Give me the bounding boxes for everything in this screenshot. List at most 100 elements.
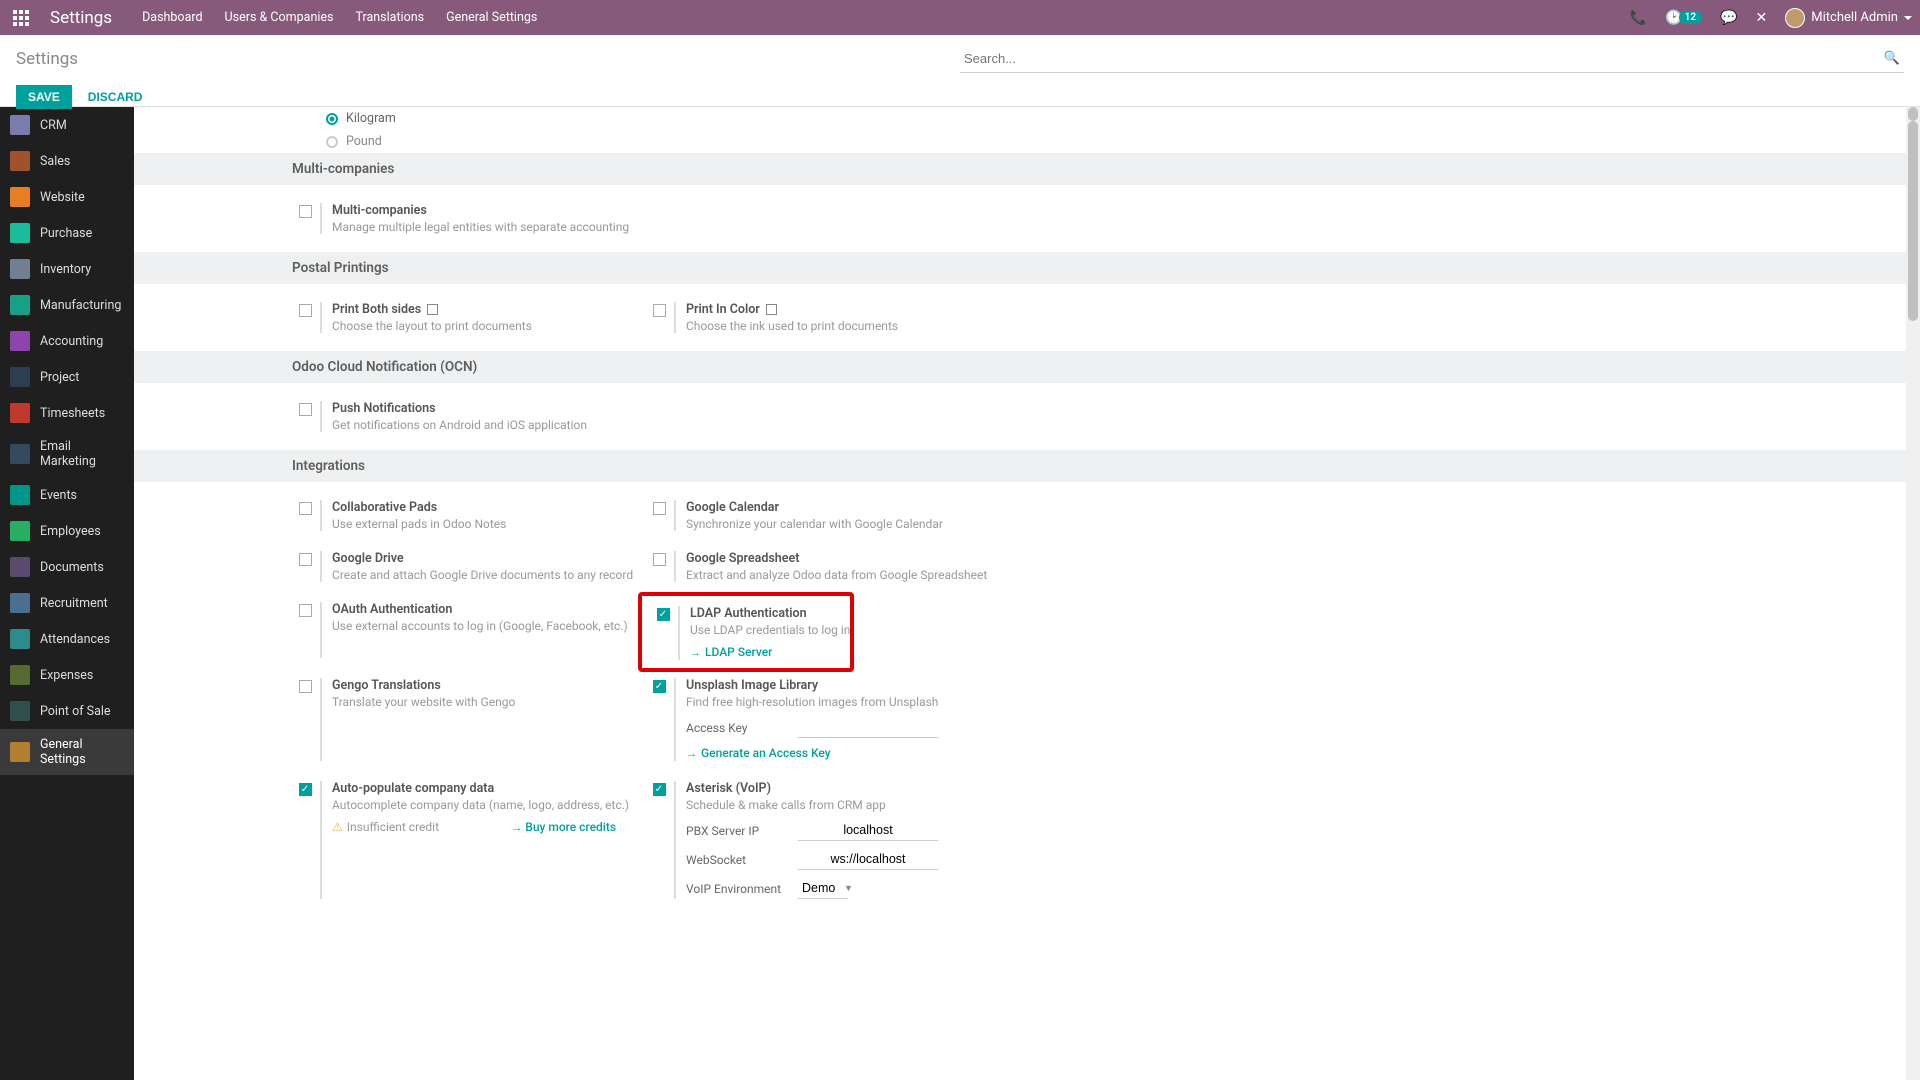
sidebar-item-expenses[interactable]: Expenses: [0, 657, 134, 693]
sidebar-item-email-marketing[interactable]: Email Marketing: [0, 431, 134, 477]
phone-icon[interactable]: 📞: [1630, 10, 1647, 26]
section-multi-companies: Multi-companies: [134, 153, 1920, 185]
setting-title-gsheet: Google Spreadsheet: [686, 551, 1144, 566]
module-icon: [10, 223, 30, 243]
warning-icon: ⚠: [332, 820, 343, 834]
setting-title-oauth: OAuth Authentication: [332, 602, 644, 617]
checkbox-oauth[interactable]: [299, 604, 312, 617]
select-voip-env[interactable]: [798, 878, 848, 899]
nav-general-settings[interactable]: General Settings: [446, 10, 537, 25]
module-icon: [10, 115, 30, 135]
sidebar-item-manufacturing[interactable]: Manufacturing: [0, 287, 134, 323]
checkbox-collaborative-pads[interactable]: [299, 502, 312, 515]
link-ldap-server[interactable]: LDAP Server: [690, 645, 772, 659]
sidebar-item-timesheets[interactable]: Timesheets: [0, 395, 134, 431]
radio-kilogram-label: Kilogram: [346, 111, 396, 126]
sidebar-item-general-settings[interactable]: General Settings: [0, 729, 134, 775]
radio-kilogram[interactable]: [326, 113, 338, 125]
sidebar-item-accounting[interactable]: Accounting: [0, 323, 134, 359]
setting-title-push: Push Notifications: [332, 401, 644, 416]
avatar: [1785, 8, 1805, 28]
conversations-icon[interactable]: 💬: [1720, 10, 1737, 26]
discard-button[interactable]: DISCARD: [82, 85, 149, 109]
link-generate-access-key[interactable]: Generate an Access Key: [686, 746, 831, 760]
checkbox-google-calendar[interactable]: [653, 502, 666, 515]
sidebar-item-label: Documents: [40, 560, 104, 575]
sidebar-item-sales[interactable]: Sales: [0, 143, 134, 179]
module-icon: [10, 701, 30, 721]
sidebar-item-label: Accounting: [40, 334, 103, 349]
scrollbar-up-icon[interactable]: [1908, 107, 1918, 121]
sidebar-item-inventory[interactable]: Inventory: [0, 251, 134, 287]
sidebar-item-label: Recruitment: [40, 596, 108, 611]
sidebar-item-documents[interactable]: Documents: [0, 549, 134, 585]
sidebar-item-label: General Settings: [40, 737, 124, 767]
warn-insufficient-credit: Insufficient credit: [347, 820, 439, 834]
search-input[interactable]: [960, 45, 1904, 72]
checkbox-print-both-sides[interactable]: [299, 304, 312, 317]
setting-title-multi-companies: Multi-companies: [332, 203, 644, 218]
checkbox-asterisk[interactable]: [653, 783, 666, 796]
sidebar-item-events[interactable]: Events: [0, 477, 134, 513]
scrollbar-thumb[interactable]: [1908, 121, 1918, 321]
link-buy-credits[interactable]: Buy more credits: [511, 820, 616, 834]
checkbox-multi-companies[interactable]: [299, 205, 312, 218]
nav-translations[interactable]: Translations: [355, 10, 424, 25]
sidebar-item-point-of-sale[interactable]: Point of Sale: [0, 693, 134, 729]
setting-sub-ldap: Use LDAP credentials to log in: [690, 623, 850, 637]
user-menu[interactable]: Mitchell Admin: [1785, 8, 1912, 28]
sidebar-item-project[interactable]: Project: [0, 359, 134, 395]
arrow-right-icon: [686, 746, 697, 760]
app-name: Settings: [50, 8, 112, 28]
setting-title-gdrive: Google Drive: [332, 551, 644, 566]
sidebar-item-label: Timesheets: [40, 406, 105, 421]
sidebar-item-label: Employees: [40, 524, 101, 539]
sidebar-item-label: Purchase: [40, 226, 92, 241]
checkbox-google-drive[interactable]: [299, 553, 312, 566]
module-icon: [10, 665, 30, 685]
checkbox-google-spreadsheet[interactable]: [653, 553, 666, 566]
settings-content: Kilogram Pound Multi-companies Multi-com…: [134, 107, 1920, 1080]
module-icon: [10, 187, 30, 207]
sidebar-item-label: Attendances: [40, 632, 110, 647]
nav-dashboard[interactable]: Dashboard: [142, 10, 202, 25]
sidebar-item-website[interactable]: Website: [0, 179, 134, 215]
save-button[interactable]: SAVE: [16, 85, 72, 109]
sidebar-item-purchase[interactable]: Purchase: [0, 215, 134, 251]
module-icon: [10, 521, 30, 541]
arrow-right-icon: [690, 645, 701, 659]
search-icon[interactable]: 🔍: [1884, 51, 1900, 66]
sidebar-item-label: Project: [40, 370, 79, 385]
apps-launcher-icon[interactable]: [8, 5, 34, 31]
module-icon: [10, 629, 30, 649]
dev-icon: [766, 304, 777, 315]
dev-icon: [427, 304, 438, 315]
sidebar-item-label: CRM: [40, 118, 67, 133]
sidebar-item-label: Inventory: [40, 262, 91, 277]
section-ocn: Odoo Cloud Notification (OCN): [134, 351, 1920, 383]
checkbox-ldap[interactable]: [657, 608, 670, 621]
sidebar-item-crm[interactable]: CRM: [0, 107, 134, 143]
section-integrations: Integrations: [134, 450, 1920, 482]
radio-pound[interactable]: [326, 136, 338, 148]
close-icon[interactable]: ✕: [1756, 10, 1768, 26]
user-name: Mitchell Admin: [1811, 10, 1898, 25]
section-postal-printings: Postal Printings: [134, 252, 1920, 284]
activity-badge: 12: [1679, 11, 1702, 24]
sidebar-item-label: Events: [40, 488, 77, 503]
module-icon: [10, 557, 30, 577]
checkbox-push-notifications[interactable]: [299, 403, 312, 416]
activity-icon[interactable]: 🕑12: [1665, 10, 1702, 26]
checkbox-gengo[interactable]: [299, 680, 312, 693]
checkbox-print-in-color[interactable]: [653, 304, 666, 317]
input-access-key[interactable]: [798, 717, 938, 738]
checkbox-autopopulate[interactable]: [299, 783, 312, 796]
input-websocket[interactable]: [798, 849, 938, 870]
sidebar-item-attendances[interactable]: Attendances: [0, 621, 134, 657]
sidebar-item-employees[interactable]: Employees: [0, 513, 134, 549]
input-pbx[interactable]: [798, 820, 938, 841]
nav-users-companies[interactable]: Users & Companies: [225, 10, 334, 25]
sidebar-item-recruitment[interactable]: Recruitment: [0, 585, 134, 621]
module-icon: [10, 151, 30, 171]
checkbox-unsplash[interactable]: [653, 680, 666, 693]
